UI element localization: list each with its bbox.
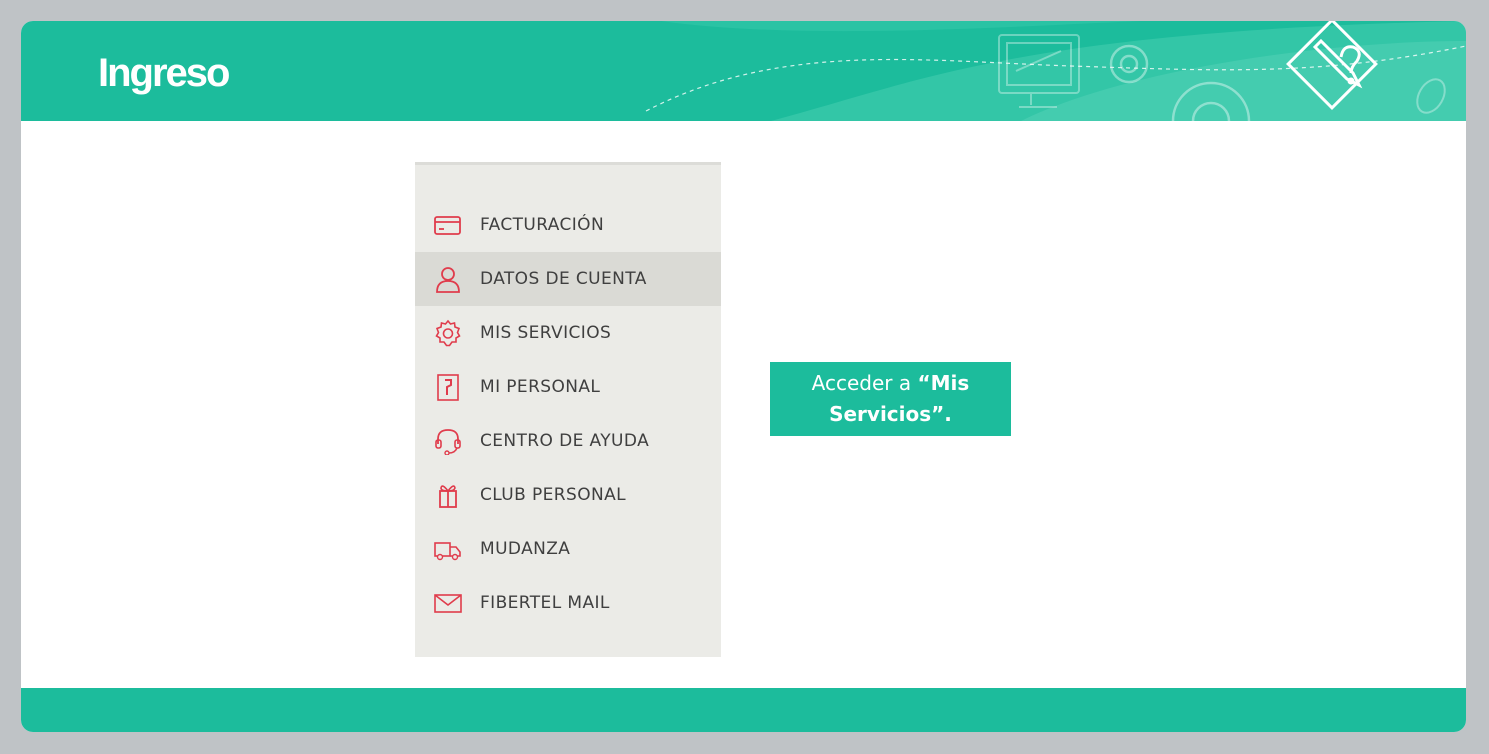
slide: Ingreso FACTURACIÓN DATOS DE CUENTA MIS … <box>21 21 1466 732</box>
header-banner: Ingreso <box>21 21 1466 121</box>
headset-icon <box>435 429 461 455</box>
credit-card-icon <box>434 216 461 235</box>
menu-item-centro-de-ayuda[interactable]: CENTRO DE AYUDA <box>415 414 721 468</box>
menu-item-mudanza[interactable]: MUDANZA <box>415 522 721 576</box>
menu-item-fibertel-mail[interactable]: FIBERTEL MAIL <box>415 576 721 630</box>
menu-item-label: FIBERTEL MAIL <box>480 593 610 613</box>
menu-item-facturacion[interactable]: FACTURACIÓN <box>415 198 721 252</box>
gift-icon <box>439 485 457 508</box>
menu-item-label: MIS SERVICIOS <box>480 323 612 343</box>
instruction-callout: Acceder a “Mis Servicios”. <box>770 362 1011 436</box>
footer-bar <box>21 688 1466 732</box>
truck-icon <box>434 542 461 561</box>
menu-item-label: FACTURACIÓN <box>480 215 605 235</box>
personal-logo-icon <box>437 374 459 401</box>
menu-item-datos-de-cuenta[interactable]: DATOS DE CUENTA <box>415 252 721 306</box>
callout-bold-second: Servicios”. <box>829 402 952 426</box>
header-decoration <box>645 21 1466 121</box>
menu-item-club-personal[interactable]: CLUB PERSONAL <box>415 468 721 522</box>
account-menu: FACTURACIÓN DATOS DE CUENTA MIS SERVICIO… <box>415 162 721 657</box>
user-icon <box>436 267 460 293</box>
menu-item-mi-personal[interactable]: MI PERSONAL <box>415 360 721 414</box>
envelope-icon <box>434 594 462 613</box>
menu-item-label: MUDANZA <box>480 539 571 559</box>
menu-item-label: CENTRO DE AYUDA <box>480 431 650 451</box>
callout-bold-first: “Mis <box>917 371 970 395</box>
gear-icon <box>435 319 461 347</box>
callout-prefix: Acceder a <box>811 371 918 395</box>
menu-item-label: DATOS DE CUENTA <box>480 269 647 289</box>
menu-item-label: MI PERSONAL <box>480 377 601 397</box>
page-title: Ingreso <box>98 51 230 95</box>
menu-item-label: CLUB PERSONAL <box>480 485 626 505</box>
menu-item-mis-servicios[interactable]: MIS SERVICIOS <box>415 306 721 360</box>
